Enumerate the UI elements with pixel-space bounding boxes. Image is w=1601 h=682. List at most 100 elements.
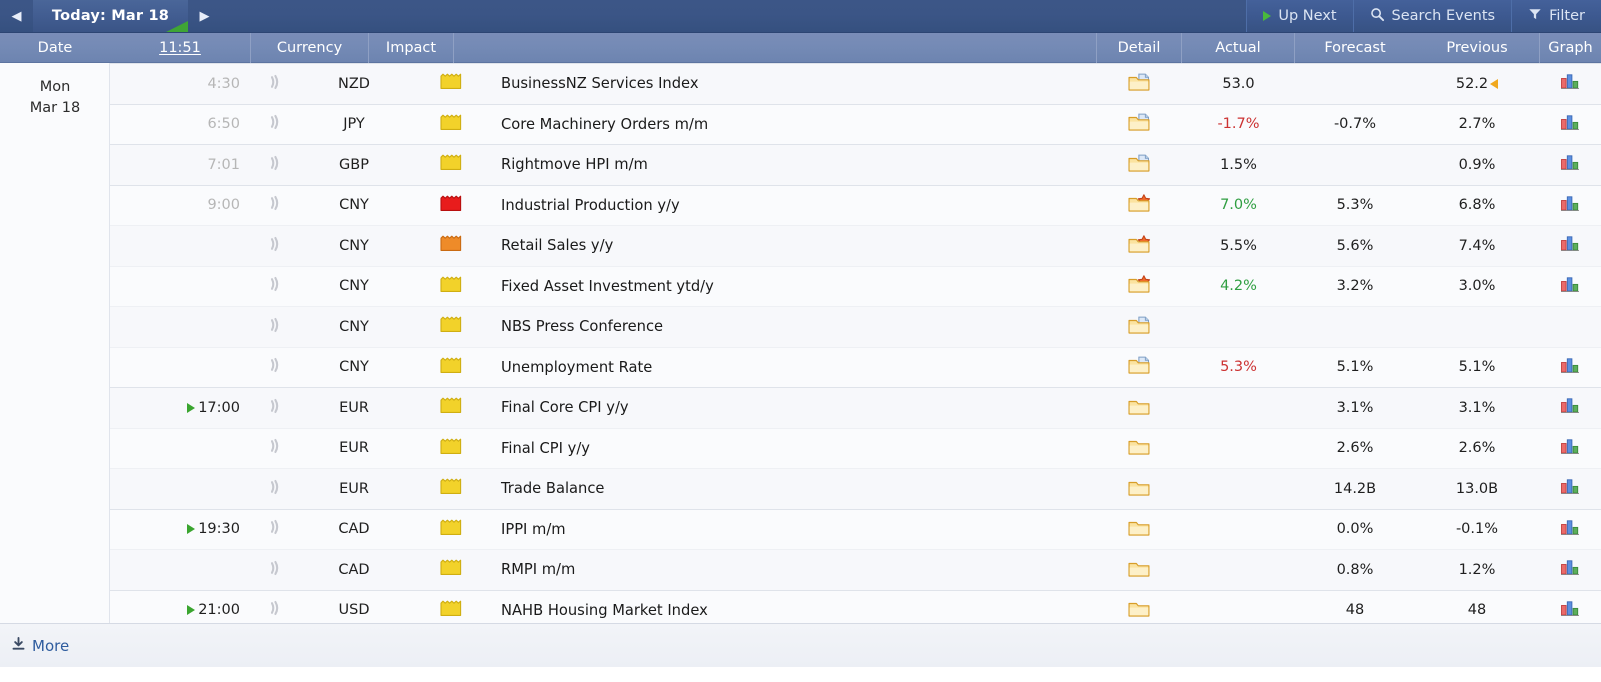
table-row[interactable]: 6:50 JPY Core Machinery Orders m/m -1.7% -0.… bbox=[110, 103, 1601, 145]
cell-alarm[interactable] bbox=[250, 186, 300, 226]
cell-alarm[interactable] bbox=[250, 145, 300, 185]
cell-graph[interactable] bbox=[1539, 510, 1601, 550]
cell-detail[interactable] bbox=[1097, 469, 1182, 509]
folder-icon[interactable] bbox=[1128, 437, 1151, 459]
folder-star-icon[interactable] bbox=[1128, 234, 1151, 257]
cell-graph[interactable] bbox=[1539, 388, 1601, 428]
cell-impact[interactable] bbox=[408, 64, 493, 104]
next-day-button[interactable]: ▶ bbox=[188, 0, 221, 32]
filter-button[interactable]: Filter bbox=[1511, 0, 1601, 32]
table-row[interactable]: 19:30 CAD IPPI m/m 0.0% -0.1% bbox=[110, 508, 1601, 550]
folder-doc-icon[interactable] bbox=[1128, 73, 1151, 95]
cell-impact[interactable] bbox=[408, 348, 493, 388]
cell-impact[interactable] bbox=[408, 145, 493, 185]
cell-graph[interactable] bbox=[1539, 226, 1601, 266]
alarm-icon[interactable] bbox=[267, 113, 283, 135]
cell-graph[interactable] bbox=[1539, 105, 1601, 145]
cell-graph[interactable] bbox=[1539, 64, 1601, 104]
cell-alarm[interactable] bbox=[250, 64, 300, 104]
table-row[interactable]: 7:01 GBP Rightmove HPI m/m 1.5% 0.9% bbox=[110, 144, 1601, 185]
folder-icon[interactable] bbox=[1128, 397, 1151, 419]
cell-detail[interactable] bbox=[1097, 64, 1182, 104]
impact-low-icon[interactable] bbox=[439, 397, 462, 418]
column-header-actual[interactable]: Actual bbox=[1182, 32, 1295, 63]
bar-chart-icon[interactable] bbox=[1560, 559, 1580, 580]
alarm-icon[interactable] bbox=[267, 316, 283, 338]
cell-graph[interactable] bbox=[1539, 267, 1601, 307]
cell-event[interactable]: Rightmove HPI m/m bbox=[493, 145, 1097, 185]
bar-chart-icon[interactable] bbox=[1560, 357, 1580, 378]
impact-low-icon[interactable] bbox=[439, 316, 462, 337]
cell-impact[interactable] bbox=[408, 388, 493, 428]
column-header-forecast[interactable]: Forecast bbox=[1295, 33, 1415, 63]
cell-graph[interactable] bbox=[1539, 348, 1601, 388]
table-row[interactable]: 4:30 NZD BusinessNZ Services Index 53.0 52.2 bbox=[110, 63, 1601, 104]
cell-event[interactable]: RMPI m/m bbox=[493, 550, 1097, 590]
impact-low-icon[interactable] bbox=[439, 114, 462, 135]
cell-alarm[interactable] bbox=[250, 267, 300, 307]
up-next-button[interactable]: Up Next bbox=[1246, 0, 1353, 32]
cell-detail[interactable] bbox=[1097, 429, 1182, 469]
cell-graph[interactable] bbox=[1539, 429, 1601, 469]
cell-alarm[interactable] bbox=[250, 226, 300, 266]
cell-event[interactable]: Final Core CPI y/y bbox=[493, 388, 1097, 428]
prev-day-button[interactable]: ◀ bbox=[0, 0, 33, 32]
folder-doc-icon[interactable] bbox=[1128, 113, 1151, 135]
column-header-impact[interactable]: Impact bbox=[369, 32, 454, 63]
alarm-icon[interactable] bbox=[267, 599, 283, 621]
cell-alarm[interactable] bbox=[250, 105, 300, 145]
cell-graph[interactable] bbox=[1539, 307, 1601, 347]
cell-detail[interactable] bbox=[1097, 267, 1182, 307]
cell-event[interactable]: Trade Balance bbox=[493, 469, 1097, 509]
cell-detail[interactable] bbox=[1097, 550, 1182, 590]
column-header-date[interactable]: Date bbox=[0, 33, 110, 63]
cell-graph[interactable] bbox=[1539, 469, 1601, 509]
bar-chart-icon[interactable] bbox=[1560, 478, 1580, 499]
alarm-icon[interactable] bbox=[267, 518, 283, 540]
cell-impact[interactable] bbox=[408, 226, 493, 266]
cell-detail[interactable] bbox=[1097, 388, 1182, 428]
impact-low-icon[interactable] bbox=[439, 478, 462, 499]
alarm-icon[interactable] bbox=[267, 73, 283, 95]
bar-chart-icon[interactable] bbox=[1560, 600, 1580, 621]
cell-impact[interactable] bbox=[408, 186, 493, 226]
bar-chart-icon[interactable] bbox=[1560, 438, 1580, 459]
bar-chart-icon[interactable] bbox=[1560, 154, 1580, 175]
folder-star-icon[interactable] bbox=[1128, 275, 1151, 297]
current-date-tab[interactable]: Today: Mar 18 bbox=[33, 0, 188, 32]
cell-event[interactable]: Industrial Production y/y bbox=[493, 186, 1097, 226]
cell-alarm[interactable] bbox=[250, 307, 300, 347]
impact-low-icon[interactable] bbox=[439, 559, 462, 580]
folder-icon[interactable] bbox=[1128, 559, 1151, 581]
cell-event[interactable]: Fixed Asset Investment ytd/y bbox=[493, 267, 1097, 307]
bar-chart-icon[interactable] bbox=[1560, 519, 1580, 540]
table-row[interactable]: CNY NBS Press Conference bbox=[110, 306, 1601, 347]
cell-event[interactable]: BusinessNZ Services Index bbox=[493, 64, 1097, 104]
bar-chart-icon[interactable] bbox=[1560, 276, 1580, 297]
folder-icon[interactable] bbox=[1128, 478, 1151, 500]
cell-alarm[interactable] bbox=[250, 469, 300, 509]
column-header-time[interactable]: 11:51 bbox=[110, 33, 250, 63]
cell-alarm[interactable] bbox=[250, 550, 300, 590]
cell-detail[interactable] bbox=[1097, 307, 1182, 347]
impact-low-icon[interactable] bbox=[439, 519, 462, 540]
alarm-icon[interactable] bbox=[267, 478, 283, 500]
cell-event[interactable]: IPPI m/m bbox=[493, 510, 1097, 550]
table-row[interactable]: 9:00 CNY Industrial Production y/y 7.0% 5.3%… bbox=[110, 184, 1601, 226]
folder-icon[interactable] bbox=[1128, 599, 1151, 621]
impact-medium-icon[interactable] bbox=[439, 235, 462, 256]
bar-chart-icon[interactable] bbox=[1560, 195, 1580, 216]
folder-star-icon[interactable] bbox=[1128, 194, 1151, 216]
cell-event[interactable]: NBS Press Conference bbox=[493, 307, 1097, 347]
cell-impact[interactable] bbox=[408, 510, 493, 550]
cell-impact[interactable] bbox=[408, 429, 493, 469]
alarm-icon[interactable] bbox=[267, 235, 283, 257]
cell-detail[interactable] bbox=[1097, 226, 1182, 266]
impact-low-icon[interactable] bbox=[439, 600, 462, 621]
table-row[interactable]: CNY Retail Sales y/y 5.5% 5.6% 7.4% bbox=[110, 225, 1601, 266]
revision-marker-icon[interactable] bbox=[1490, 78, 1499, 89]
cell-graph[interactable] bbox=[1539, 186, 1601, 226]
folder-icon[interactable] bbox=[1128, 518, 1151, 540]
cell-detail[interactable] bbox=[1097, 348, 1182, 388]
cell-graph[interactable] bbox=[1539, 550, 1601, 590]
